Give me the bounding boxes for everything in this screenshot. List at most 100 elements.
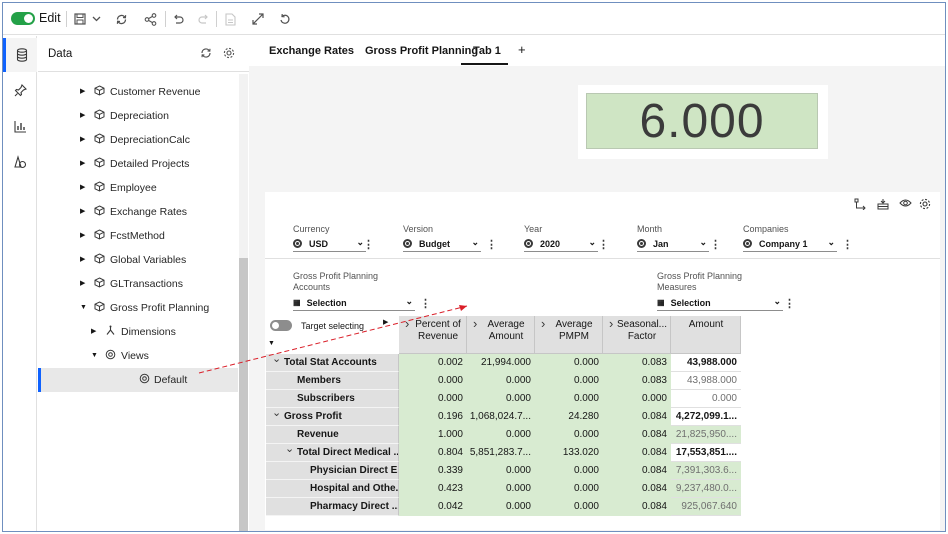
grid-cell[interactable]: 0.000 [467, 480, 535, 498]
caret-right-icon[interactable]: ▶ [383, 318, 388, 326]
grid-cell[interactable]: 0.000 [535, 498, 603, 516]
grid-cell[interactable]: 0.000 [671, 390, 741, 408]
caret-right-icon[interactable]: ▶ [80, 183, 88, 193]
grid-cell[interactable]: 0.083 [603, 354, 671, 372]
caret-right-icon[interactable]: ▶ [80, 159, 88, 169]
month-dropdown[interactable]: Jan ⌄ [637, 236, 709, 252]
companies-filter[interactable]: Companies Company 1 ⌄ [735, 221, 839, 252]
grid-cell[interactable]: 17,553,851.... [671, 444, 741, 462]
grid-cell[interactable]: 0.339 [399, 462, 467, 480]
tab-gross-profit-planning[interactable]: Gross Profit Planning [365, 45, 478, 57]
grid-cell[interactable]: 0.000 [467, 462, 535, 480]
companies-more-icon[interactable]: ⋮ [842, 238, 853, 251]
chevron-right-icon[interactable]: › [473, 316, 477, 331]
grid-cell[interactable]: 0.002 [399, 354, 467, 372]
grid-cell[interactable]: 0.196 [399, 408, 467, 426]
grid-cell[interactable]: 0.000 [467, 498, 535, 516]
version-filter[interactable]: Version Budget ⌄ [395, 221, 483, 252]
grid-cell[interactable]: 0.042 [399, 498, 467, 516]
tree-item[interactable]: ▶ Depreciation [38, 104, 238, 128]
grid-cell[interactable]: 0.084 [603, 408, 671, 426]
grid-cell[interactable]: 0.804 [399, 444, 467, 462]
save-icon[interactable] [71, 3, 89, 35]
month-filter[interactable]: Month Jan ⌄ [629, 221, 717, 252]
companies-dropdown[interactable]: Company 1 ⌄ [743, 236, 837, 252]
grid-cell[interactable]: 0.000 [467, 372, 535, 390]
caret-right-icon[interactable]: ▶ [91, 327, 99, 337]
version-more-icon[interactable]: ⋮ [486, 238, 497, 251]
grid-cell[interactable]: 0.000 [399, 390, 467, 408]
accounts-more-icon[interactable]: ⋮ [420, 297, 431, 310]
tree-item[interactable]: ▶ FcstMethod [38, 224, 238, 248]
grid-cell[interactable]: 0.000 [535, 426, 603, 444]
edit-mode-toggle[interactable] [11, 12, 35, 25]
grid-cell[interactable]: 0.000 [467, 390, 535, 408]
currency-dropdown[interactable]: USD ⌄ [293, 236, 366, 252]
measures-more-icon[interactable]: ⋮ [784, 297, 795, 310]
pin-icon[interactable] [3, 73, 37, 107]
grid-cell[interactable]: 0.000 [535, 372, 603, 390]
refresh-icon[interactable] [111, 3, 131, 35]
grid-cell[interactable]: 925,067.640 [671, 498, 741, 516]
kpi-widget[interactable]: 6.000 [578, 85, 828, 159]
tab-tab-1[interactable]: Tab 1 [473, 45, 501, 57]
scrollbar-thumb[interactable] [239, 258, 248, 531]
chevron-down-icon[interactable]: ⌄ [285, 444, 294, 455]
tree-item[interactable]: ▶ Customer Revenue [38, 80, 238, 104]
tree-item[interactable]: ▶ Dimensions [38, 320, 238, 344]
chevron-right-icon[interactable]: › [609, 316, 613, 331]
row-header[interactable]: ⌄ Total Stat Accounts [266, 354, 399, 372]
year-filter[interactable]: Year 2020 ⌄ [516, 221, 604, 252]
year-dropdown[interactable]: 2020 ⌄ [524, 236, 598, 252]
grid-cell[interactable]: 0.084 [603, 480, 671, 498]
grid-cell[interactable]: 0.083 [603, 372, 671, 390]
chart-icon[interactable] [3, 109, 37, 143]
tab-exchange-rates[interactable]: Exchange Rates [269, 45, 354, 57]
save-options-chevron-icon[interactable] [89, 3, 103, 35]
caret-right-icon[interactable]: ▶ [80, 255, 88, 265]
chevron-right-icon[interactable]: › [541, 316, 545, 331]
row-header[interactable]: ⌄ Total Direct Medical ... [266, 444, 399, 462]
caret-right-icon[interactable]: ▶ [80, 231, 88, 241]
row-header[interactable]: Subscribers [266, 390, 399, 408]
expand-icon[interactable] [248, 3, 268, 35]
shapes-icon[interactable] [3, 145, 37, 179]
grid-cell[interactable]: 0.000 [603, 390, 671, 408]
row-header[interactable]: Pharmacy Direct ... [266, 498, 399, 516]
grid-cell[interactable]: 0.000 [535, 390, 603, 408]
grid-cell[interactable]: 4,272,099.1... [671, 408, 741, 426]
tree-item[interactable]: ▶ GLTransactions [38, 272, 238, 296]
grid-cell[interactable]: 1,068,024.7... [467, 408, 535, 426]
measures-filter[interactable]: Gross Profit Planning Measures ▦ Selectio… [649, 268, 783, 311]
data-database-icon[interactable] [3, 38, 37, 72]
grid-cell[interactable]: 0.000 [467, 426, 535, 444]
settings-gear-icon[interactable] [918, 198, 932, 212]
caret-right-icon[interactable]: ▶ [80, 279, 88, 289]
grid-cell[interactable]: 0.084 [603, 462, 671, 480]
grid-cell[interactable]: 0.084 [603, 498, 671, 516]
chevron-down-icon[interactable]: ⌄ [272, 408, 281, 419]
column-header[interactable]: › Average PMPM [535, 316, 603, 354]
currency-filter[interactable]: Currency USD ⌄ [285, 221, 373, 252]
tree-item[interactable]: ▼ Gross Profit Planning [38, 296, 238, 320]
tree-item[interactable]: ▶ Employee [38, 176, 238, 200]
share-icon[interactable] [140, 3, 160, 35]
grid-cell[interactable]: 0.084 [603, 444, 671, 462]
insert-row-icon[interactable] [876, 198, 890, 212]
caret-down-icon[interactable]: ▼ [268, 340, 275, 347]
chevron-down-icon[interactable]: ⌄ [272, 354, 281, 365]
grid-cell[interactable]: 0.000 [535, 480, 603, 498]
tree-item[interactable]: ▶ Detailed Projects [38, 152, 238, 176]
swap-axes-icon[interactable] [853, 198, 867, 212]
caret-right-icon[interactable]: ▶ [80, 135, 88, 145]
month-more-icon[interactable]: ⋮ [710, 238, 721, 251]
data-panel-scrollbar[interactable] [239, 74, 248, 531]
grid-cell[interactable]: 24.280 [535, 408, 603, 426]
grid-cell[interactable]: 43,988.000 [671, 354, 741, 372]
refresh-icon[interactable] [199, 47, 213, 61]
row-header[interactable]: Hospital and Othe... [266, 480, 399, 498]
grid-cell[interactable]: 0.000 [399, 372, 467, 390]
grid-cell[interactable]: 133.020 [535, 444, 603, 462]
grid-cell[interactable]: 0.084 [603, 426, 671, 444]
tree-item[interactable]: ▶ Exchange Rates [38, 200, 238, 224]
